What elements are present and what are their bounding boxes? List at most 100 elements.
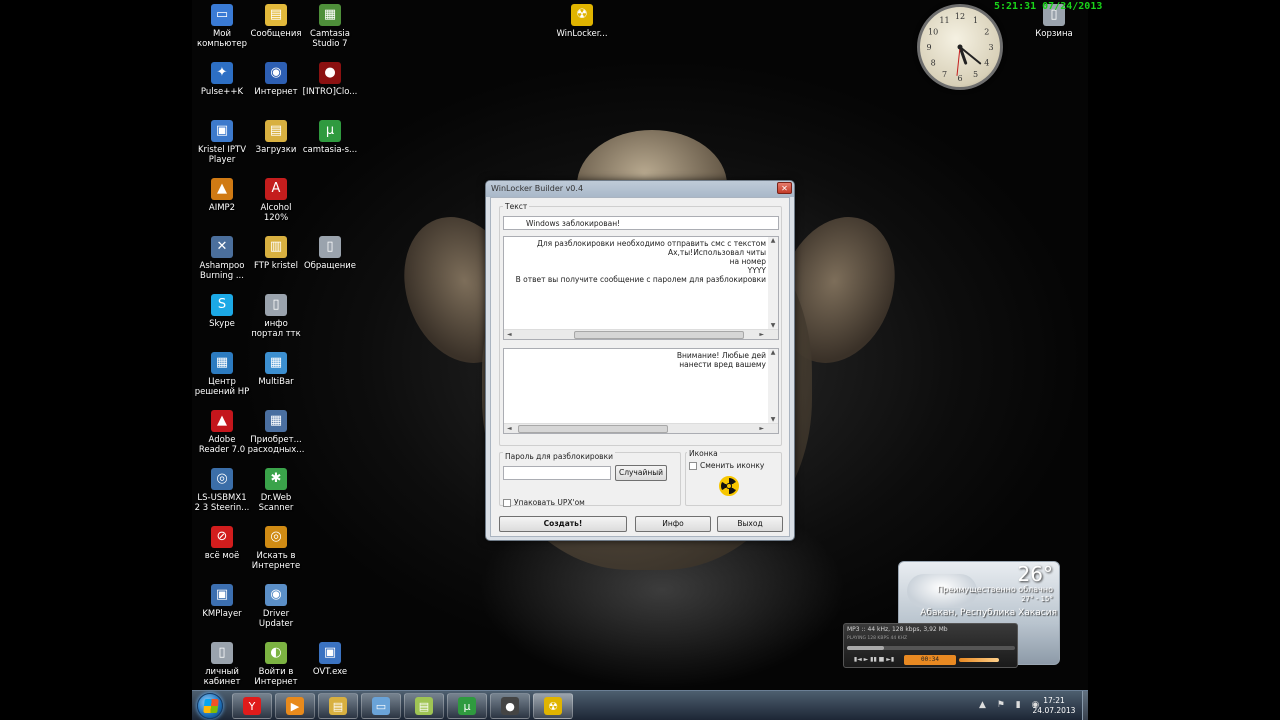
analog-clock-gadget[interactable]: 1 2 3 4 5 6 7 8 9 10 11 12 [917, 4, 1003, 90]
desktop-icon[interactable]: ◐ Войти в Интернет [248, 642, 304, 687]
clock-number: 12 [955, 12, 965, 21]
desktop-icon[interactable]: ▤ Загрузки [248, 120, 304, 155]
app-icon: ▦ [265, 352, 287, 374]
clock-number: 10 [928, 28, 938, 37]
memo-line: Внимание! Любые дей [676, 351, 766, 360]
app-icon: S [211, 294, 233, 316]
desktop-icon[interactable]: ▥ FTP kristel [248, 236, 304, 271]
warning-memo[interactable]: Внимание! Любые дей нанести вред вашему ▲… [503, 348, 779, 434]
app-icon: ▥ [265, 236, 287, 258]
header-text-input[interactable]: Windows заблокирован! [503, 216, 779, 230]
winlocker-builder-window[interactable]: WinLocker Builder v0.4 ✕ Текст Windows з… [485, 180, 795, 541]
show-desktop-button[interactable] [1082, 691, 1088, 720]
tray-clock[interactable]: 17:21 24.07.2013 [1030, 696, 1078, 716]
desktop-icon-label: LS-USBMX1 2 3 Steerin... [194, 493, 250, 513]
desktop-icon[interactable]: A Alcohol 120% [248, 178, 304, 223]
desktop-icon[interactable]: ▦ MultiBar [248, 352, 304, 387]
playback-controls[interactable]: ▮◄ ► ▮▮ ■ ►▮ [847, 655, 901, 665]
yandex-icon: Y [243, 697, 261, 715]
utorrent-icon: µ [458, 697, 476, 715]
clock-number: 3 [988, 43, 993, 52]
desktop-icon[interactable]: µ camtasia-s... [302, 120, 358, 155]
radiation-icon[interactable] [719, 476, 739, 496]
desktop-icon[interactable]: ⊘ всё моё [194, 526, 250, 561]
seek-bar[interactable] [847, 646, 1015, 650]
desktop-icon-label: личный кабинет [203, 667, 241, 687]
window-title: WinLocker Builder v0.4 [491, 184, 584, 193]
weather-condition: Преимущественно облачно [937, 585, 1053, 594]
volume-slider[interactable] [959, 658, 999, 662]
window-body: Текст Windows заблокирован! Для разблоки… [490, 197, 790, 537]
desktop-icon[interactable]: ▣ KMPlayer [194, 584, 250, 619]
desktop-icon[interactable]: ▦ Приобрет... расходных... [248, 410, 304, 455]
desktop-icon-label: всё моё [204, 551, 240, 561]
desktop-icon[interactable]: ☢ WinLocker... [554, 4, 610, 39]
app-icon: A [265, 178, 287, 200]
desktop-icon-label: Alcohol 120% [260, 203, 292, 223]
desktop-icon[interactable]: ◉ Driver Updater [248, 584, 304, 629]
app-icon: µ [319, 120, 341, 142]
taskbar-utorrent[interactable]: µ [447, 693, 487, 719]
horizontal-scrollbar[interactable]: ◄ ► [504, 329, 778, 339]
app-icon: ◉ [265, 62, 287, 84]
taskbar-media-player[interactable]: ▶ [275, 693, 315, 719]
taskbar-notes[interactable]: ▤ [404, 693, 444, 719]
upx-checkbox[interactable] [503, 499, 511, 507]
vertical-scrollbar[interactable]: ▲ ▼ [768, 349, 778, 423]
memo-line: YYYY [747, 266, 766, 275]
desktop-icon[interactable]: ▯ Обращение [302, 236, 358, 271]
desktop-icon[interactable]: ▲ AIMP2 [194, 178, 250, 213]
change-icon-checkbox[interactable] [689, 462, 697, 470]
taskbar-explorer[interactable]: ▤ [318, 693, 358, 719]
desktop-icon[interactable]: ▤ Сообщения [248, 4, 304, 39]
desktop-icon[interactable]: ▣ OVT.exe [302, 642, 358, 677]
app-icon: ◉ [265, 584, 287, 606]
desktop-icon[interactable]: ◎ Искать в Интернете [248, 526, 304, 571]
taskbar-yandex[interactable]: Y [232, 693, 272, 719]
taskbar-window[interactable]: ▭ [361, 693, 401, 719]
desktop-icon[interactable]: ▦ Camtasia Studio 7 [302, 4, 358, 49]
desktop-icon[interactable]: ▭ Мой компьютер [194, 4, 250, 49]
memo-line: Для разблокировки необходимо отправить с… [536, 239, 766, 248]
desktop-icon-label: Dr.Web Scanner [258, 493, 294, 513]
desktop-icon[interactable]: ◎ LS-USBMX1 2 3 Steerin... [194, 468, 250, 513]
desktop-icon[interactable]: ▣ Kristel IPTV Player [194, 120, 250, 165]
app-icon: ✦ [211, 62, 233, 84]
app-icon: ▭ [211, 4, 233, 26]
info-button[interactable]: Инфо [635, 516, 711, 532]
desktop-icon[interactable]: ● [INTRO]Clo... [302, 62, 358, 97]
horizontal-scrollbar[interactable]: ◄ ► [504, 423, 778, 433]
desktop-icon[interactable]: S Skype [194, 294, 250, 329]
memo-line: В ответ вы получите сообщение с паролем … [515, 275, 766, 284]
password-input[interactable] [503, 466, 611, 480]
vertical-scrollbar[interactable]: ▲ ▼ [768, 237, 778, 329]
random-button[interactable]: Случайный [615, 465, 667, 481]
app-icon: ▯ [319, 236, 341, 258]
aimp-player[interactable]: MP3 :: 44 kHz, 128 kbps, 3,92 Mb PLAYING… [843, 623, 1018, 668]
app-icon: ▣ [211, 120, 233, 142]
desktop-icon[interactable]: ✦ Pulse++K [194, 62, 250, 97]
taskbar-winlocker[interactable]: ☢ [533, 693, 573, 719]
taskbar-camtasia[interactable]: ● [490, 693, 530, 719]
change-icon-label: Сменить иконку [700, 461, 765, 470]
window-titlebar[interactable]: WinLocker Builder v0.4 ✕ [486, 181, 794, 197]
desktop-icon[interactable]: ▯ личный кабинет [194, 642, 250, 687]
desktop-icon[interactable]: ▲ Adobe Reader 7.0 [194, 410, 250, 455]
clock-number: 5 [973, 70, 978, 79]
message-memo[interactable]: Для разблокировки необходимо отправить с… [503, 236, 779, 340]
desktop-icon-label: camtasia-s... [302, 145, 358, 155]
create-button[interactable]: Создать! [499, 516, 627, 532]
desktop-icon-label: [INTRO]Clo... [302, 87, 358, 97]
desktop-icon-label: Driver Updater [258, 609, 294, 629]
exit-button[interactable]: Выход [717, 516, 783, 532]
desktop-icon-label: Войти в Интернет [254, 667, 298, 687]
app-icon: ▯ [211, 642, 233, 664]
desktop-icon[interactable]: ✕ Ashampoo Burning ... [194, 236, 250, 281]
desktop-icon[interactable]: ◉ Интернет [248, 62, 304, 97]
media-player-icon: ▶ [286, 697, 304, 715]
desktop-icon[interactable]: ✱ Dr.Web Scanner [248, 468, 304, 513]
start-button[interactable] [197, 693, 223, 719]
close-icon[interactable]: ✕ [777, 182, 792, 194]
desktop-icon[interactable]: ▦ Центр решений HP [194, 352, 250, 397]
desktop-icon[interactable]: ▯ инфо портал ттк [248, 294, 304, 339]
